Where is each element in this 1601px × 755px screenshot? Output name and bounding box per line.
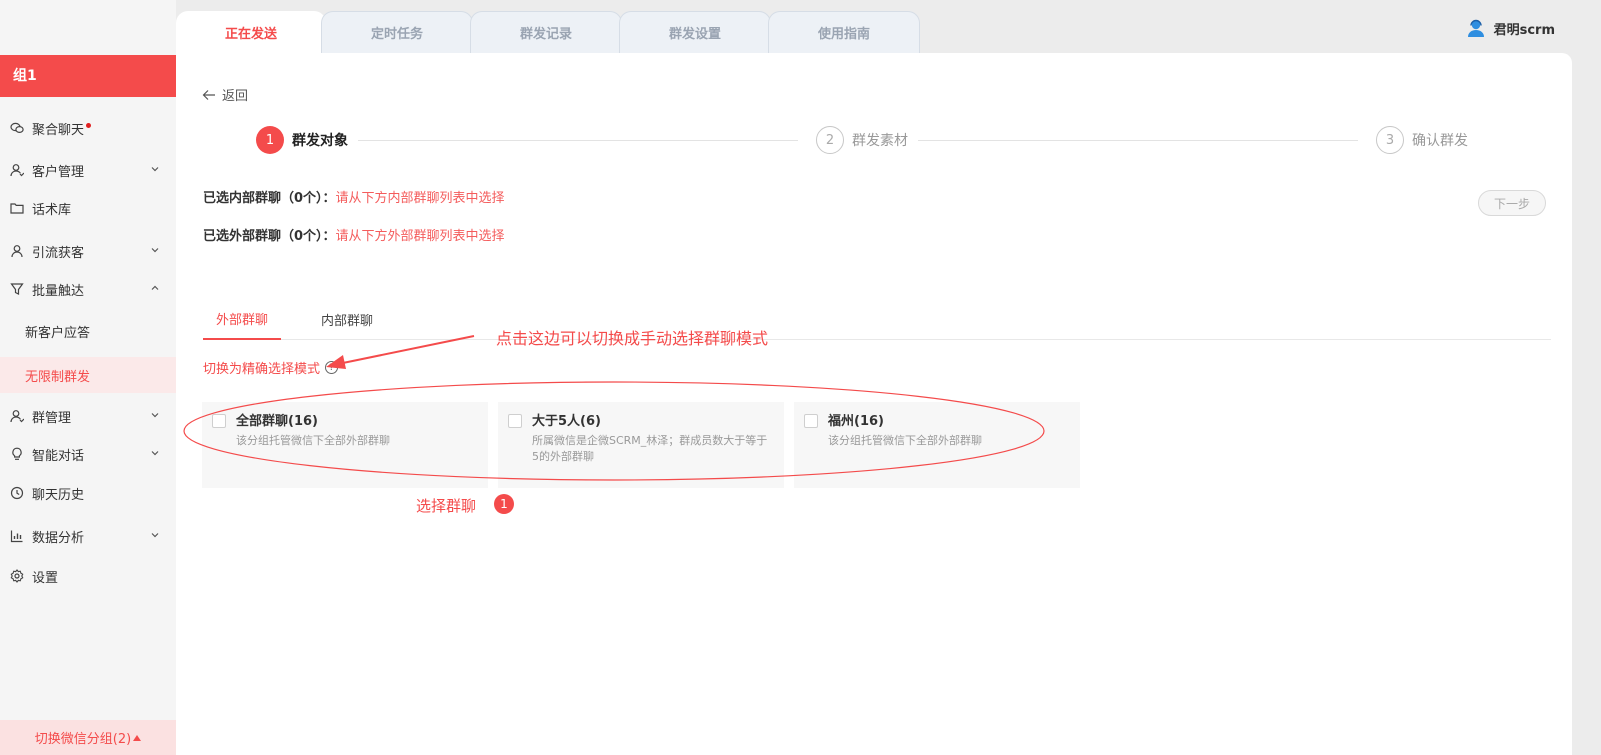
tab-broadcast-records[interactable]: 群发记录 [470,11,622,53]
switch-wechat-group-button[interactable]: 切换微信分组(2) [0,720,176,755]
bulb-icon [10,447,24,461]
chevron-up-icon [151,285,159,290]
user-icon [10,244,24,258]
chevron-down-icon [151,248,159,253]
sidebar: 组1 聚合聊天 客户管理 话术库 引流获客 批量触达 新客户应答 无限制群发 群… [0,0,176,755]
sidebar-item-lead-gen[interactable]: 引流获客 [0,234,176,268]
chevron-down-icon [151,167,159,172]
sidebar-item-label: 聚合聊天 [32,122,85,138]
annotation-badge: 1 [494,494,514,514]
sidebar-item-smart-dialog[interactable]: 智能对话 [0,437,176,471]
sidebar-item-settings[interactable]: 设置 [0,559,176,593]
sidebar-item-batch-reach[interactable]: 批量触达 [0,272,176,306]
tab-broadcast-settings[interactable]: 群发设置 [619,11,771,53]
sidebar-item-label: 客户管理 [32,164,85,180]
wechat-icon [10,121,24,135]
sidebar-item-label: 批量触达 [32,283,85,299]
history-icon [10,486,24,500]
sidebar-item-label: 话术库 [32,202,72,218]
group-icon [10,409,24,423]
sidebar-item-label: 数据分析 [32,530,85,546]
top-tabbar: 正在发送 定时任务 群发记录 群发设置 使用指南 君明scrm [176,0,1601,53]
sidebar-item-label: 引流获客 [32,245,85,261]
step-1: 1 群发对象 [256,126,348,154]
tab-external-groups[interactable]: 外部群聊 [203,298,281,340]
checkbox[interactable] [804,414,818,428]
tab-sending[interactable]: 正在发送 [176,11,326,53]
folder-icon [10,201,24,215]
sidebar-item-label: 设置 [32,570,59,586]
caret-up-icon [133,734,142,741]
sidebar-item-label: 智能对话 [32,448,85,464]
tab-user-guide[interactable]: 使用指南 [768,11,920,53]
back-button[interactable]: 返回 [202,85,248,104]
annotation-text-select-groups: 选择群聊 [416,497,477,515]
step-connector [358,140,798,141]
step-2: 2 群发素材 [816,126,908,154]
next-step-button[interactable]: 下一步 [1478,190,1546,216]
stepper: 1 群发对象 2 群发素材 3 确认群发 [256,126,1496,156]
chevron-down-icon [151,533,159,538]
sidebar-item-chat-history[interactable]: 聊天历史 [0,476,176,510]
chevron-down-icon [151,451,159,456]
main-panel: 返回 1 群发对象 2 群发素材 3 确认群发 已选内部群聊（0个）：请从下方内… [176,53,1572,755]
avatar [1467,19,1484,37]
annotation-text-switch-mode: 点击这边可以切换成手动选择群聊模式 [496,329,769,348]
sidebar-item-label: 群管理 [32,410,72,426]
sidebar-item-label: 聊天历史 [32,487,85,503]
group-type-tabs: 外部群聊 内部群聊 [203,298,1551,340]
chart-icon [10,529,24,543]
sidebar-item-unlimited-broadcast[interactable]: 无限制群发 [0,357,176,393]
checkbox[interactable] [212,414,226,428]
user-name: 君明scrm [1493,22,1555,38]
funnel-icon [10,282,24,296]
sidebar-item-customers[interactable]: 客户管理 [0,153,176,187]
sidebar-item-aggregate-chat[interactable]: 聚合聊天 [0,111,176,145]
step-3: 3 确认群发 [1376,126,1468,154]
page-scrollbar[interactable] [1572,0,1601,755]
group-card-over-5[interactable]: 大于5人(6) 所属微信是企微SCRM_林泽；群成员数大于等于5的外部群聊 [498,402,784,488]
selected-internal-groups: 已选内部群聊（0个）：请从下方内部群聊列表中选择 [203,191,505,206]
group-card-all[interactable]: 全部群聊(16) 该分组托管微信下全部外部群聊 [202,402,488,488]
sidebar-item-scripts[interactable]: 话术库 [0,191,176,225]
sidebar-item-new-customer-reply[interactable]: 新客户应答 [0,314,176,348]
gear-icon [10,569,24,583]
checkbox[interactable] [508,414,522,428]
group-card-fuzhou[interactable]: 福州(16) 该分组托管微信下全部外部群聊 [794,402,1080,488]
sidebar-item-label: 新客户应答 [25,325,91,341]
annotation-arrow [337,335,475,365]
user-menu[interactable]: 君明scrm [1466,18,1555,38]
arrow-left-icon [202,89,215,100]
tab-scheduled[interactable]: 定时任务 [321,11,473,53]
customers-icon [10,163,24,177]
sidebar-item-analytics[interactable]: 数据分析 [0,519,176,553]
group-title: 组1 [0,55,176,97]
chevron-down-icon [151,413,159,418]
switch-group-label: 切换微信分组(2) [34,732,132,747]
step-connector [918,140,1358,141]
sidebar-item-group-management[interactable]: 群管理 [0,399,176,433]
selected-external-groups: 已选外部群聊（0个）：请从下方外部群聊列表中选择 [203,229,505,244]
tab-internal-groups[interactable]: 内部群聊 [308,298,386,340]
switch-precise-mode-link[interactable]: 切换为精确选择模式 ? [203,358,339,377]
sidebar-item-label: 无限制群发 [25,369,91,385]
unread-dot [86,122,92,128]
help-icon[interactable]: ? [325,361,339,374]
